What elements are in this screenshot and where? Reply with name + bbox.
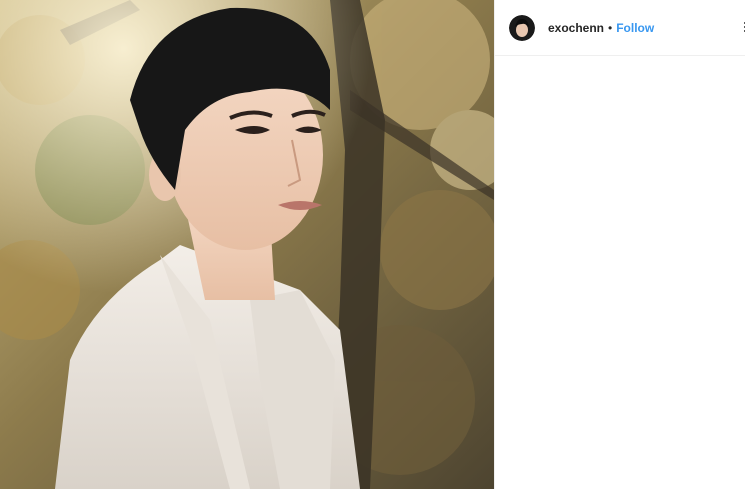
profile-avatar[interactable] — [509, 14, 535, 41]
avatar-image — [509, 14, 535, 41]
follow-button[interactable]: Follow — [616, 21, 654, 35]
post-header: exochenn • Follow — [495, 0, 745, 56]
username-link[interactable]: exochenn — [548, 21, 604, 35]
post-sidebar: exochenn • Follow — [494, 0, 745, 489]
separator-dot: • — [608, 20, 613, 35]
post-image — [0, 0, 494, 489]
post-photo[interactable] — [0, 0, 494, 489]
instagram-post: exochenn • Follow — [0, 0, 745, 489]
